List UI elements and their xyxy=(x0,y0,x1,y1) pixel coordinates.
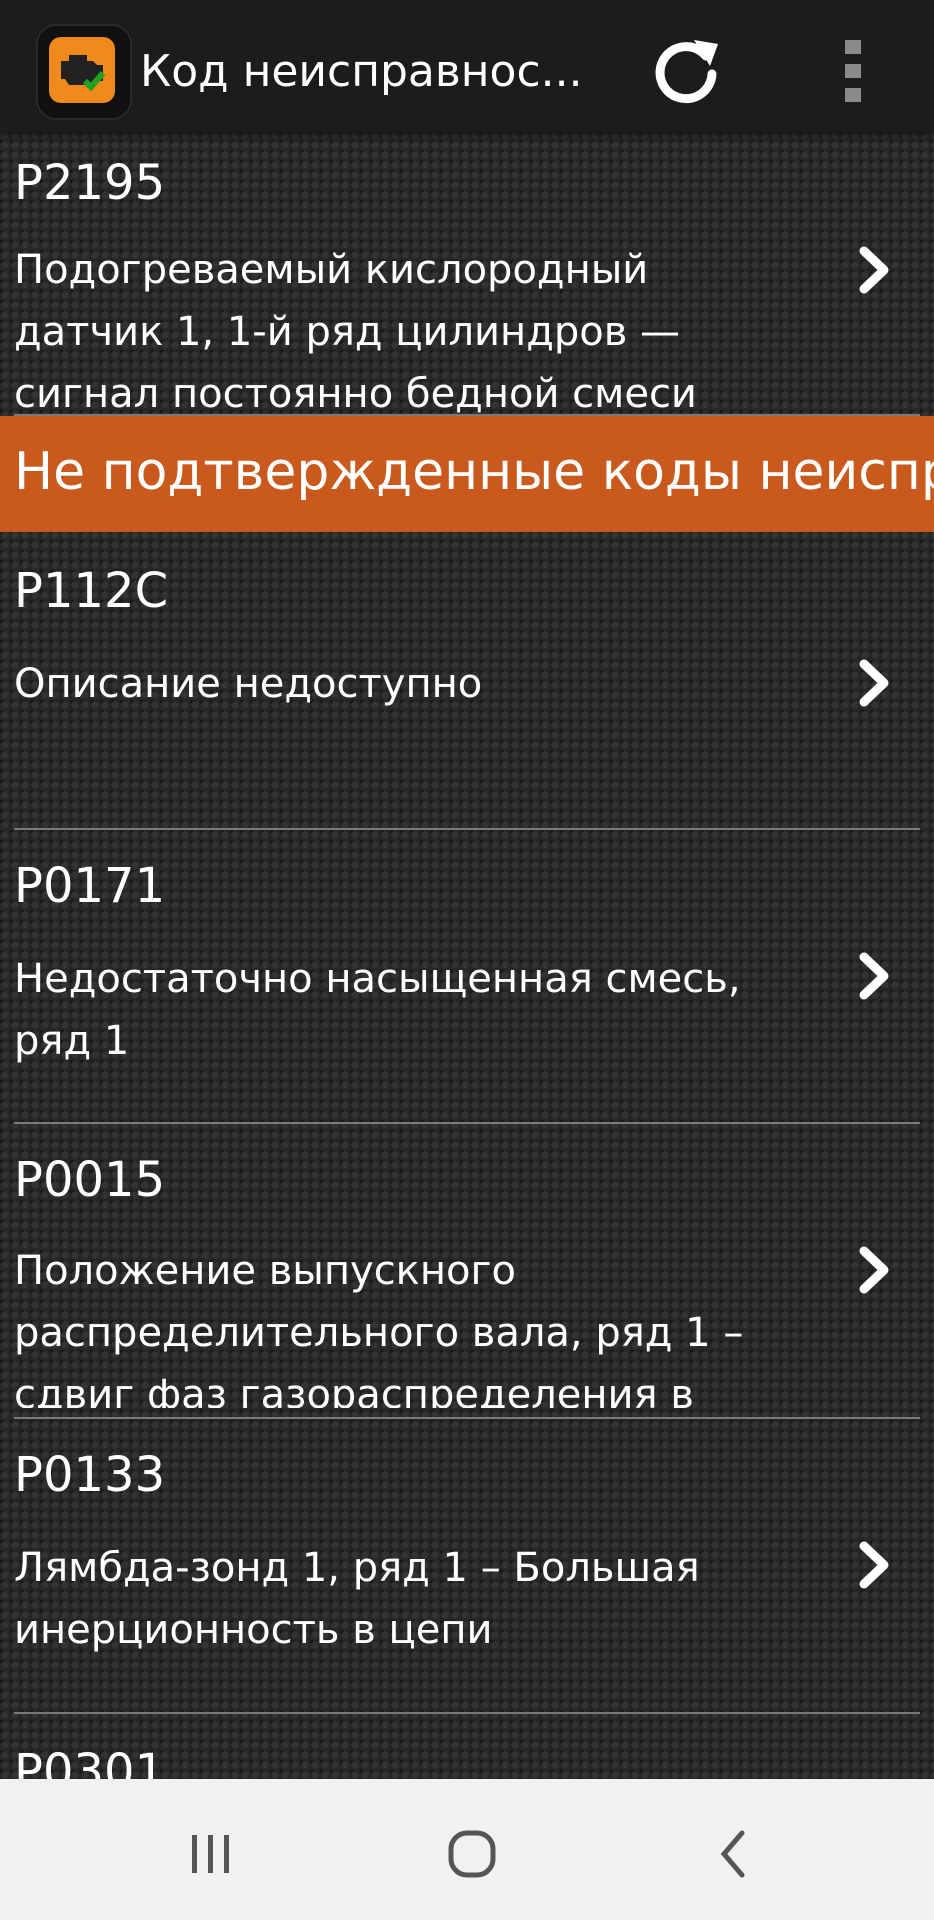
list-item[interactable]: P0171 Недостаточно насыщенная смесь, ряд… xyxy=(0,830,934,1124)
fault-description: Описание недоступно xyxy=(14,661,483,707)
fault-code: P0171 xyxy=(14,858,166,914)
fault-description: Подогреваемый кислородный датчик 1, 1-й … xyxy=(14,247,697,416)
fault-code: P112C xyxy=(14,563,169,619)
section-header-label: Не подтвержденные коды неисправностей xyxy=(14,442,934,502)
fault-code: P0301 xyxy=(14,1744,166,1779)
check-engine-app-icon[interactable] xyxy=(36,24,132,120)
fault-code: P0015 xyxy=(14,1152,166,1208)
system-nav-bar xyxy=(0,1779,934,1920)
chevron-right-icon xyxy=(856,658,892,708)
back-icon[interactable] xyxy=(700,1819,770,1889)
home-icon[interactable] xyxy=(437,1819,507,1889)
fault-description: Недостаточно насыщенная смесь, ряд 1 xyxy=(14,956,741,1064)
chevron-right-icon xyxy=(856,951,892,1001)
chevron-right-icon xyxy=(856,1245,892,1295)
fault-code-list: P2195 Подогреваемый кислородный датчик 1… xyxy=(0,133,934,1779)
refresh-icon[interactable] xyxy=(648,30,728,110)
fault-description: Лямбда-зонд 1, ряд 1 – Большая инерционн… xyxy=(14,1545,700,1653)
list-item[interactable]: P2195 Подогреваемый кислородный датчик 1… xyxy=(0,133,934,416)
fault-code: P2195 xyxy=(14,155,166,211)
app-bar: Код неисправнос... xyxy=(0,0,934,133)
list-item[interactable]: P112C Описание недоступно xyxy=(0,533,934,833)
fault-description: Положение выпускного распределительного … xyxy=(14,1248,744,1408)
section-header: Не подтвержденные коды неисправностей xyxy=(0,416,934,532)
list-item[interactable]: P0301 xyxy=(0,1714,934,1779)
list-item[interactable]: P0133 Лямбда-зонд 1, ряд 1 – Большая ине… xyxy=(0,1419,934,1715)
app-title: Код неисправнос... xyxy=(140,46,583,97)
chevron-right-icon xyxy=(856,245,892,295)
recent-apps-icon[interactable] xyxy=(176,1819,246,1889)
list-item[interactable]: P0015 Положение выпускного распределител… xyxy=(0,1124,934,1414)
fault-code: P0133 xyxy=(14,1447,166,1503)
chevron-right-icon xyxy=(856,1540,892,1590)
overflow-menu-icon[interactable] xyxy=(828,36,878,106)
